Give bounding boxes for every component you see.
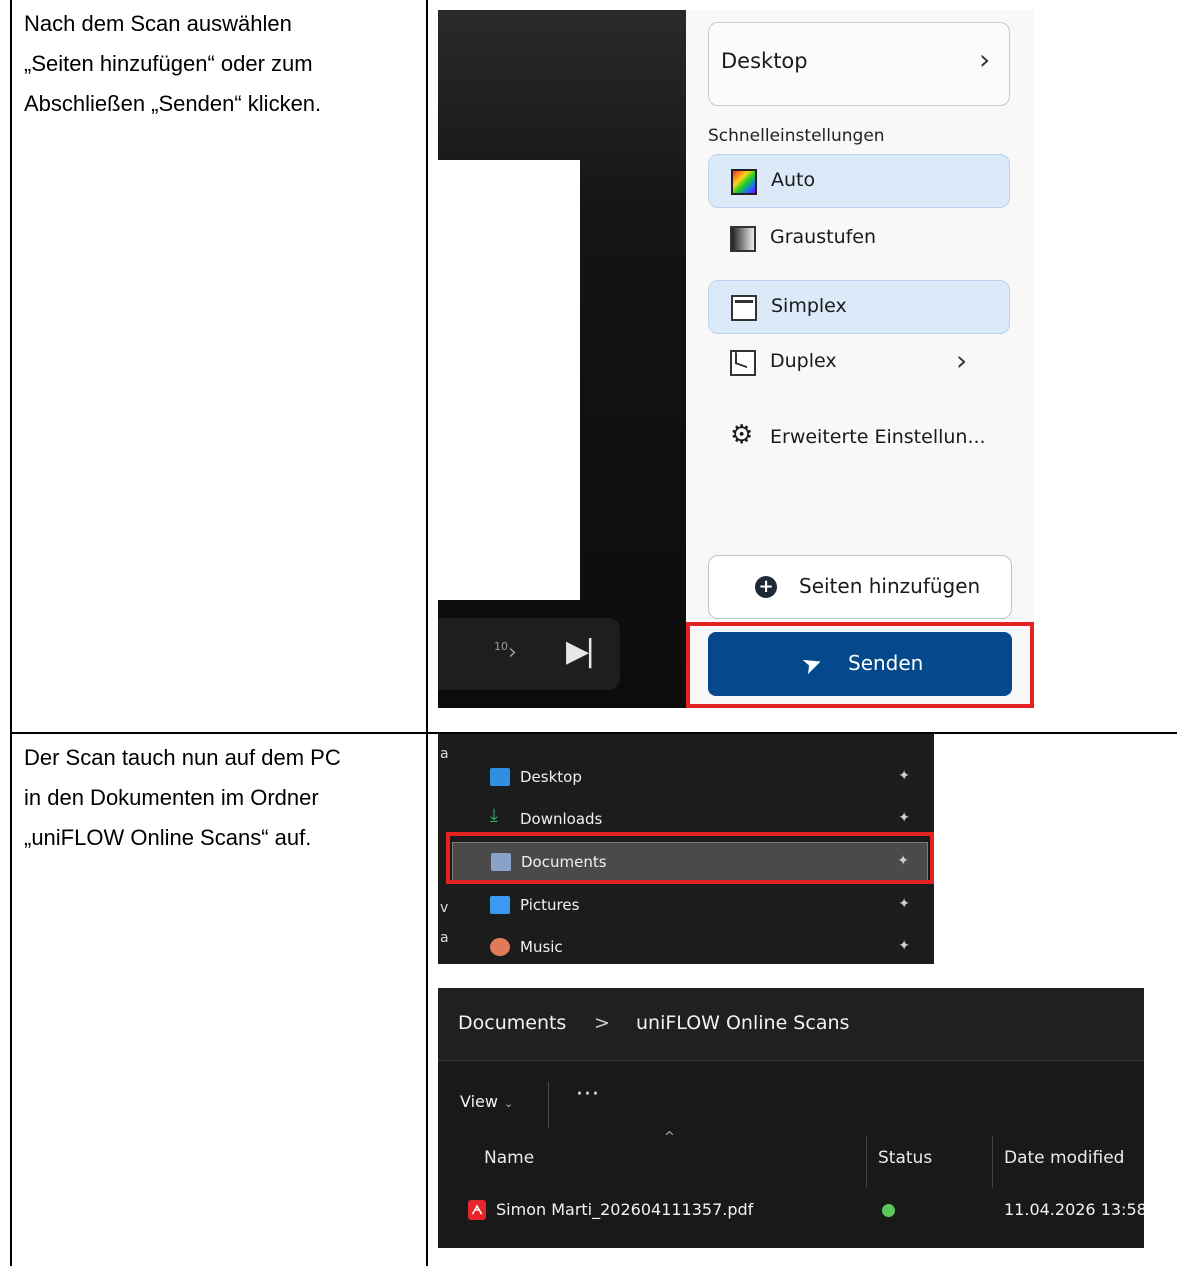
duplex-page-icon: [730, 350, 756, 376]
pin-icon: ✦: [898, 768, 910, 784]
instruction-line: Nach dem Scan auswählen: [24, 11, 292, 36]
breadcrumb: Documents > uniFLOW Online Scans: [438, 988, 1144, 1061]
instruction-line: „Seiten hinzufügen“ oder zum: [24, 51, 313, 76]
explorer-file-list-screenshot: Documents > uniFLOW Online Scans View ⌄ ·…: [438, 988, 1144, 1248]
quick-setting-duplex[interactable]: Duplex ›: [708, 336, 1010, 390]
send-label: Senden: [848, 651, 924, 675]
paper-plane-icon: ➤: [797, 647, 827, 681]
add-pages-button[interactable]: + Seiten hinzufügen: [708, 555, 1012, 619]
music-folder-icon: [490, 938, 510, 956]
quick-access-item-pictures[interactable]: Pictures ✦: [452, 886, 928, 926]
send-button[interactable]: ➤ Senden: [708, 632, 1012, 696]
destination-label: Desktop: [721, 49, 808, 73]
column-header-date-modified[interactable]: Date modified: [1004, 1148, 1124, 1168]
table-border-left: [10, 0, 12, 1266]
desktop-folder-icon: [490, 768, 510, 786]
file-name: Simon Marti_202604111357.pdf: [496, 1200, 754, 1219]
breadcrumb-item-documents[interactable]: Documents: [458, 1012, 566, 1034]
instruction-line: Abschließen „Senden“ klicken.: [24, 91, 322, 116]
column-divider: [866, 1136, 867, 1188]
grayscale-icon: [730, 226, 756, 252]
table-border-middle: [426, 0, 428, 1266]
breadcrumb-separator-icon: >: [594, 1012, 610, 1034]
instruction-text-1: Nach dem Scan auswählen „Seiten hinzufüg…: [24, 4, 404, 124]
scanned-page-preview: [438, 160, 580, 600]
pin-icon: ✦: [898, 896, 910, 912]
simplex-page-icon: [731, 295, 757, 321]
more-options-button[interactable]: ···: [576, 1082, 600, 1107]
chevron-down-icon: ⌄: [503, 1097, 514, 1110]
chevron-right-icon: ›: [956, 344, 968, 377]
advanced-settings-button[interactable]: ⚙ Erweiterte Einstellun...: [708, 410, 1010, 464]
column-header-name[interactable]: Name: [484, 1148, 534, 1168]
plus-circle-icon: +: [755, 576, 777, 598]
scan-app-screenshot: 10› ▶| Desktop › Schnelleinstellungen Au…: [438, 10, 1034, 708]
page-navigator: 10› ▶|: [438, 618, 620, 690]
synced-status-icon: [882, 1204, 895, 1217]
cropped-text: a: [440, 930, 449, 946]
explorer-quick-access-screenshot: a v a Desktop ✦ ⤓ Downloads ✦ Documents …: [438, 734, 934, 964]
explorer-toolbar: View ⌄ ···: [438, 1060, 1144, 1146]
quick-access-label: Music: [520, 938, 563, 956]
quick-setting-label: Auto: [771, 169, 816, 191]
quick-setting-auto[interactable]: Auto: [708, 154, 1010, 208]
quick-access-item-desktop[interactable]: Desktop ✦: [452, 758, 928, 798]
quick-access-item-music[interactable]: Music ✦: [452, 928, 928, 964]
scan-settings-panel: Desktop › Schnelleinstellungen Auto Grau…: [686, 10, 1034, 708]
color-mode-icon: [731, 169, 757, 195]
quick-setting-simplex[interactable]: Simplex: [708, 280, 1010, 334]
quick-access-label: Desktop: [520, 768, 582, 786]
instruction-line: in den Dokumenten im Ordner: [24, 785, 319, 810]
add-pages-label: Seiten hinzufügen: [799, 574, 981, 598]
pin-icon: ✦: [898, 810, 910, 826]
quick-setting-label: Simplex: [771, 295, 847, 317]
quick-access-label: Pictures: [520, 896, 580, 914]
scan-preview-area: 10› ▶|: [438, 10, 686, 708]
skip-ten-pages-button[interactable]: 10›: [494, 640, 517, 665]
documents-highlight-frame: [446, 832, 934, 884]
quick-setting-label: Graustufen: [770, 226, 877, 248]
instruction-line: Der Scan tauch nun auf dem PC: [24, 745, 341, 770]
quick-access-label: Downloads: [520, 810, 603, 828]
instruction-text-2: Der Scan tauch nun auf dem PC in den Dok…: [24, 738, 404, 858]
quick-setting-graustufen[interactable]: Graustufen: [708, 212, 1010, 266]
sort-ascending-icon: ^: [664, 1130, 675, 1145]
download-arrow-icon: ⤓: [490, 805, 498, 826]
toolbar-divider: [548, 1082, 549, 1128]
cropped-text: v: [440, 900, 449, 916]
column-header-status[interactable]: Status: [878, 1148, 932, 1168]
column-divider: [992, 1136, 993, 1188]
quick-settings-heading: Schnelleinstellungen: [708, 126, 885, 146]
send-highlight-frame: ➤ Senden: [686, 622, 1034, 708]
last-page-button[interactable]: ▶|: [566, 634, 595, 669]
instruction-line: „uniFLOW Online Scans“ auf.: [24, 825, 312, 850]
pdf-file-icon: ᗅ: [468, 1200, 486, 1220]
breadcrumb-item-scans-folder[interactable]: uniFLOW Online Scans: [636, 1012, 849, 1034]
quick-setting-label: Duplex: [770, 350, 837, 372]
chevron-right-icon: ›: [979, 43, 991, 76]
pin-icon: ✦: [898, 938, 910, 954]
destination-button[interactable]: Desktop ›: [708, 22, 1010, 106]
advanced-settings-label: Erweiterte Einstellun...: [770, 426, 986, 448]
file-date-modified: 11.04.2026 13:58: [1004, 1200, 1144, 1219]
cropped-text: a: [440, 746, 449, 762]
pictures-folder-icon: [490, 896, 510, 914]
view-button[interactable]: View ⌄: [460, 1092, 513, 1111]
gear-icon: ⚙: [730, 420, 754, 450]
